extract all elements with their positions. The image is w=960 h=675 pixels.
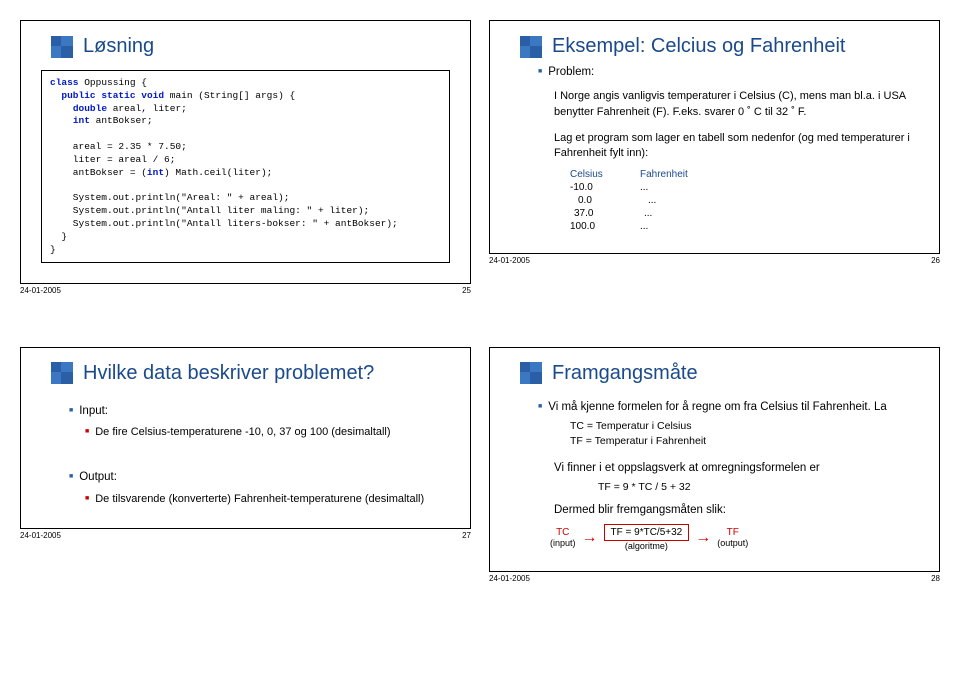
flow-diagram: TC (input) → TF = 9*TC/5+32 (algoritme) …	[550, 524, 919, 551]
slide-number: 27	[462, 531, 471, 540]
paragraph: Lag et program som lager en tabell som n…	[554, 131, 919, 163]
flow-tf: TF	[727, 527, 739, 538]
bullet-icon: ■	[85, 495, 89, 502]
table-cell: ...	[644, 207, 714, 220]
bullet-icon: ■	[69, 473, 73, 480]
slide-28: Framgangsmåte ■Vi må kjenne formelen for…	[489, 347, 940, 573]
paragraph: Vi finner i et oppslagsverk at omregning…	[554, 460, 919, 477]
slide-25: Løsning class Oppussing { public static …	[20, 20, 471, 284]
celsius-table: CelsiusFahrenheit -10.0... 0.0... 37.0..…	[570, 168, 919, 233]
footer-date: 24-01-2005	[20, 531, 61, 540]
slide-title: Eksempel: Celcius og Fahrenheit	[552, 35, 845, 58]
output-label: ■Output:	[69, 469, 450, 486]
slide-footer: 24-01-2005 27	[20, 531, 471, 540]
table-cell: ...	[648, 194, 718, 207]
flow-formula-box: TF = 9*TC/5+32	[604, 524, 690, 541]
paragraph: I Norge angis vanligvis temperaturer i C…	[554, 89, 919, 121]
logo-icon	[51, 362, 73, 384]
tc-def: TC = Temperatur i Celsius	[570, 419, 919, 434]
slide-header: Eksempel: Celcius og Fahrenheit	[520, 35, 919, 58]
table-cell: ...	[640, 181, 710, 194]
slide-title: Framgangsmåte	[552, 362, 698, 385]
logo-icon	[51, 36, 73, 58]
bullet-icon: ■	[85, 428, 89, 435]
bullet-icon: ■	[538, 68, 542, 75]
output-text: ■De tilsvarende (konverterte) Fahrenheit…	[85, 492, 450, 508]
footer-date: 24-01-2005	[20, 286, 61, 295]
slide-number: 26	[931, 256, 940, 265]
table-cell: ...	[640, 220, 710, 233]
table-cell: 100.0	[570, 220, 640, 233]
col-header: Fahrenheit	[640, 168, 710, 181]
col-header: Celsius	[570, 168, 640, 181]
slide-header: Løsning	[51, 35, 450, 58]
table-cell: 0.0	[570, 194, 648, 207]
slide-27: Hvilke data beskriver problemet? ■Input:…	[20, 347, 471, 529]
input-label: ■Input:	[69, 403, 450, 420]
flow-tc: TC	[556, 527, 569, 538]
table-cell: -10.0	[570, 181, 640, 194]
slide-footer: 24-01-2005 25	[20, 286, 471, 295]
slide-header: Hvilke data beskriver problemet?	[51, 362, 450, 385]
slide-footer: 24-01-2005 26	[489, 256, 940, 265]
code-block: class Oppussing { public static void mai…	[41, 70, 450, 263]
arrow-icon: →	[695, 529, 711, 547]
slide-title: Løsning	[83, 35, 154, 58]
arrow-icon: →	[582, 529, 598, 547]
input-text: ■De fire Celsius-temperaturene -10, 0, 3…	[85, 425, 450, 441]
paragraph: Dermed blir fremgangsmåten slik:	[554, 502, 919, 519]
footer-date: 24-01-2005	[489, 574, 530, 583]
slide-footer: 24-01-2005 28	[489, 574, 940, 583]
slide-title: Hvilke data beskriver problemet?	[83, 362, 374, 385]
flow-input: (input)	[550, 538, 576, 548]
table-cell: 37.0	[570, 207, 644, 220]
tf-def: TF = Temperatur i Fahrenheit	[570, 434, 919, 449]
flow-algorithm: (algoritme)	[625, 541, 668, 551]
bullet-icon: ■	[69, 407, 73, 414]
bullet-icon: ■	[538, 403, 542, 410]
slide-header: Framgangsmåte	[520, 362, 919, 385]
slide-26: Eksempel: Celcius og Fahrenheit ■Problem…	[489, 20, 940, 254]
formula: TF = 9 * TC / 5 + 32	[598, 480, 919, 495]
problem-label: ■Problem:	[538, 64, 919, 81]
flow-output: (output)	[717, 538, 748, 548]
footer-date: 24-01-2005	[489, 256, 530, 265]
logo-icon	[520, 36, 542, 58]
slide-number: 28	[931, 574, 940, 583]
paragraph: ■Vi må kjenne formelen for å regne om fr…	[538, 399, 919, 416]
slide-number: 25	[462, 286, 471, 295]
logo-icon	[520, 362, 542, 384]
